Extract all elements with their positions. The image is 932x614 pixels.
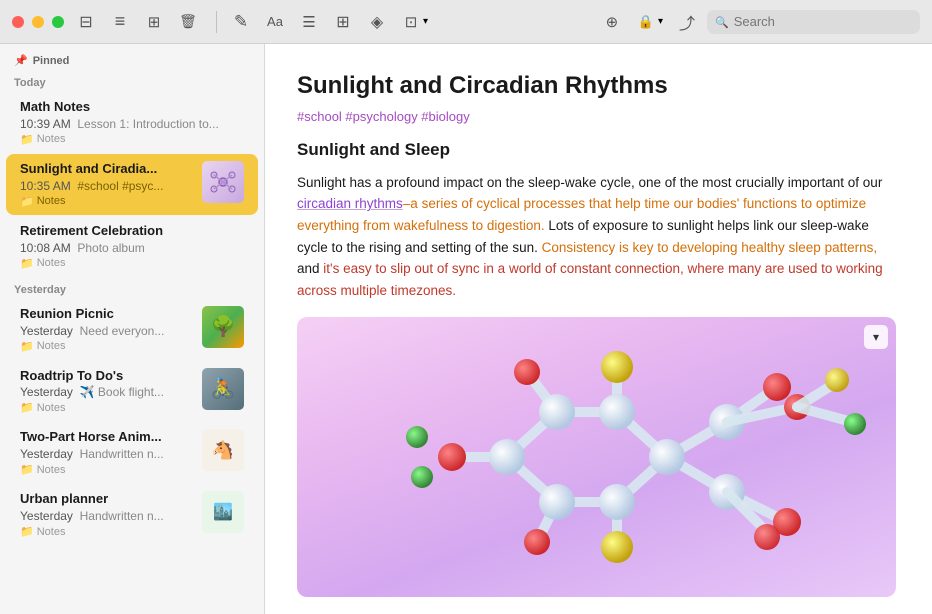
toolbar-left	[76, 12, 198, 32]
list-item[interactable]: Urban planner Yesterday Handwritten n...…	[6, 484, 258, 545]
folder-icon: 📁	[20, 401, 34, 414]
collaborate-icon[interactable]	[602, 12, 622, 32]
note-meta: 10:08 AM Photo album	[20, 241, 244, 255]
checklist-icon[interactable]	[299, 12, 319, 32]
table-icon[interactable]	[333, 12, 353, 32]
note-thumbnail: 🏙️	[202, 491, 244, 533]
expand-button[interactable]: ▾	[864, 325, 888, 349]
molecule-visualization	[297, 317, 896, 597]
list-view-icon[interactable]	[110, 12, 130, 32]
note-meta: Yesterday Need everyon...	[20, 324, 194, 338]
body-highlight-2: it's easy to slip out of sync in a world…	[297, 261, 883, 298]
list-item[interactable]: Sunlight and Ciradia... 10:35 AM #school…	[6, 154, 258, 215]
note-thumbnail: 🚴	[202, 368, 244, 410]
body-link-1: circadian rhythms	[297, 196, 403, 211]
note-thumbnail	[202, 161, 244, 203]
delete-icon[interactable]	[178, 12, 198, 32]
window-controls	[12, 16, 64, 28]
note-title: Retirement Celebration	[20, 223, 244, 240]
note-tags: #school #psychology #biology	[297, 109, 896, 124]
molecule-svg	[307, 322, 887, 592]
folder-icon: 📁	[20, 463, 34, 476]
folder-icon: 📁	[20, 195, 34, 208]
audio-icon[interactable]	[367, 12, 387, 32]
format-icon[interactable]	[265, 12, 285, 32]
note-info: Sunlight and Ciradia... 10:35 AM #school…	[20, 161, 194, 208]
note-title: Reunion Picnic	[20, 306, 194, 323]
note-info: Math Notes 10:39 AM Lesson 1: Introducti…	[20, 99, 244, 146]
note-folder: 📁 Notes	[20, 340, 194, 353]
toolbar-divider	[216, 11, 217, 33]
note-folder: 📁 Notes	[20, 257, 244, 270]
note-title: Two-Part Horse Anim...	[20, 429, 194, 446]
note-image: ▾	[297, 317, 896, 597]
main-container: 📌 Pinned Today Math Notes 10:39 AM Lesso…	[0, 44, 932, 614]
note-meta: Yesterday Handwritten n...	[20, 447, 194, 461]
note-folder: 📁 Notes	[20, 463, 194, 476]
list-item[interactable]: Roadtrip To Do's Yesterday ✈️ Book fligh…	[6, 361, 258, 422]
sidebar: 📌 Pinned Today Math Notes 10:39 AM Lesso…	[0, 44, 265, 614]
note-info: Urban planner Yesterday Handwritten n...…	[20, 491, 194, 538]
share-icon[interactable]	[677, 12, 697, 32]
note-body: Sunlight has a profound impact on the sl…	[297, 172, 896, 302]
note-folder: 📁 Notes	[20, 195, 194, 208]
lock-button[interactable]: ▾	[636, 12, 663, 32]
note-main-title: Sunlight and Circadian Rhythms	[297, 72, 896, 101]
body-text-4: and	[297, 261, 323, 276]
today-label: Today	[0, 71, 264, 91]
pinned-section-header: 📌 Pinned	[0, 44, 264, 71]
list-item[interactable]: Retirement Celebration 10:08 AM Photo al…	[6, 216, 258, 277]
minimize-button[interactable]	[32, 16, 44, 28]
note-thumbnail: 🐴	[202, 429, 244, 471]
folder-icon: 📁	[20, 133, 34, 146]
chemistry-thumbnail-svg	[204, 163, 242, 201]
folder-icon: 📁	[20, 340, 34, 353]
note-folder: 📁 Notes	[20, 401, 194, 414]
grid-view-icon[interactable]	[144, 12, 164, 32]
search-box[interactable]	[707, 10, 920, 34]
note-title: Roadtrip To Do's	[20, 368, 194, 385]
yesterday-label: Yesterday	[0, 278, 264, 298]
note-folder: 📁 Notes	[20, 525, 194, 538]
note-meta: Yesterday ✈️ Book flight...	[20, 385, 194, 399]
note-title: Urban planner	[20, 491, 194, 508]
close-button[interactable]	[12, 16, 24, 28]
note-title: Sunlight and Ciradia...	[20, 161, 194, 178]
list-item[interactable]: Math Notes 10:39 AM Lesson 1: Introducti…	[6, 92, 258, 153]
note-section-title: Sunlight and Sleep	[297, 140, 896, 160]
title-bar: ▾ ▾	[0, 0, 932, 44]
note-folder: 📁 Notes	[20, 133, 244, 146]
list-item[interactable]: Reunion Picnic Yesterday Need everyon...…	[6, 299, 258, 360]
note-meta: 10:39 AM Lesson 1: Introduction to...	[20, 117, 244, 131]
media-chevron-icon: ▾	[423, 16, 428, 27]
note-toolbar: ▾ ▾	[221, 12, 707, 32]
compose-icon[interactable]	[231, 12, 251, 32]
note-meta: Yesterday Handwritten n...	[20, 509, 194, 523]
list-item[interactable]: Two-Part Horse Anim... Yesterday Handwri…	[6, 422, 258, 483]
media-button[interactable]: ▾	[401, 12, 428, 32]
note-info: Retirement Celebration 10:08 AM Photo al…	[20, 223, 244, 270]
lock-icon	[636, 12, 656, 32]
body-text-1: Sunlight has a profound impact on the sl…	[297, 175, 882, 190]
maximize-button[interactable]	[52, 16, 64, 28]
note-info: Two-Part Horse Anim... Yesterday Handwri…	[20, 429, 194, 476]
note-info: Roadtrip To Do's Yesterday ✈️ Book fligh…	[20, 368, 194, 415]
body-highlight-1: Consistency is key to developing healthy…	[542, 240, 877, 255]
note-meta: 10:35 AM #school #psyc...	[20, 179, 194, 193]
pin-icon: 📌	[14, 54, 28, 67]
note-title: Math Notes	[20, 99, 244, 116]
media-icon	[401, 12, 421, 32]
sidebar-toggle-icon[interactable]	[76, 12, 96, 32]
search-icon	[715, 13, 729, 31]
folder-icon: 📁	[20, 525, 34, 538]
folder-icon: 📁	[20, 257, 34, 270]
lock-chevron-icon: ▾	[658, 16, 663, 27]
note-content: Sunlight and Circadian Rhythms #school #…	[265, 44, 932, 614]
note-info: Reunion Picnic Yesterday Need everyon...…	[20, 306, 194, 353]
note-thumbnail: 🌳	[202, 306, 244, 348]
search-input[interactable]	[734, 14, 912, 29]
